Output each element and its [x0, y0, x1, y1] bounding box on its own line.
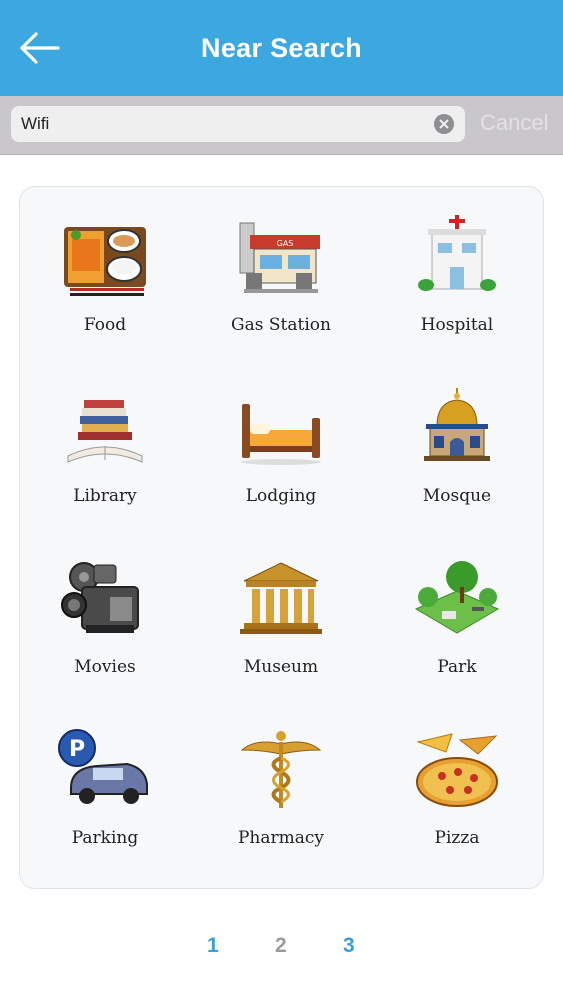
category-food[interactable]: Food — [20, 215, 190, 365]
category-label: Hospital — [420, 315, 494, 335]
category-label: Movies — [74, 657, 136, 677]
page-3-button[interactable]: 3 — [343, 934, 355, 958]
nav-bar: Near Search — [0, 0, 563, 96]
category-gas-station[interactable]: GAS Gas Station — [196, 215, 366, 365]
search-input[interactable] — [21, 106, 421, 142]
page-2-button[interactable]: 2 — [275, 934, 287, 958]
category-park[interactable]: Park — [372, 557, 542, 707]
search-field-container — [11, 106, 465, 142]
category-grid: Food GAS Gas Station Hospital Library Lo… — [19, 186, 544, 889]
category-label: Mosque — [422, 486, 492, 506]
category-label: Pizza — [434, 828, 480, 848]
category-pharmacy[interactable]: Pharmacy — [196, 728, 366, 878]
category-movies[interactable]: Movies — [20, 557, 190, 707]
page-title: Near Search — [201, 32, 362, 63]
category-label: Lodging — [245, 486, 317, 506]
library-icon — [67, 400, 143, 463]
svg-text:P: P — [69, 737, 85, 762]
gas-station-icon: GAS — [239, 222, 320, 293]
category-parking[interactable]: P Parking — [20, 728, 190, 878]
page-1-button[interactable]: 1 — [207, 934, 219, 958]
food-icon — [64, 227, 146, 296]
back-arrow-icon[interactable] — [18, 30, 62, 66]
pagination: 1 2 3 — [0, 934, 563, 964]
clear-search-icon[interactable] — [434, 114, 454, 134]
museum-icon — [240, 562, 322, 634]
caduceus-icon — [240, 731, 322, 808]
category-museum[interactable]: Museum — [196, 557, 366, 707]
category-pizza[interactable]: Pizza — [372, 728, 542, 878]
category-label: Park — [437, 657, 477, 677]
category-library[interactable]: Library — [20, 386, 190, 536]
category-hospital[interactable]: Hospital — [372, 215, 542, 365]
category-label: Parking — [71, 828, 139, 848]
cancel-button[interactable]: Cancel — [480, 110, 548, 136]
pizza-icon — [416, 733, 498, 807]
category-mosque[interactable]: Mosque — [372, 386, 542, 536]
category-lodging[interactable]: Lodging — [196, 386, 366, 536]
mosque-icon — [424, 388, 490, 461]
category-label: Library — [73, 486, 137, 506]
park-icon — [414, 561, 500, 634]
category-label: Pharmacy — [237, 828, 325, 848]
category-label: Gas Station — [231, 315, 331, 335]
parking-car-icon: P — [58, 729, 148, 804]
svg-text:GAS: GAS — [277, 239, 294, 248]
bed-icon — [241, 404, 321, 465]
hospital-icon — [418, 215, 496, 291]
category-label: Museum — [243, 657, 319, 677]
category-label: Food — [83, 315, 127, 335]
movie-camera-icon — [61, 562, 139, 633]
search-bar: Cancel — [0, 96, 563, 155]
